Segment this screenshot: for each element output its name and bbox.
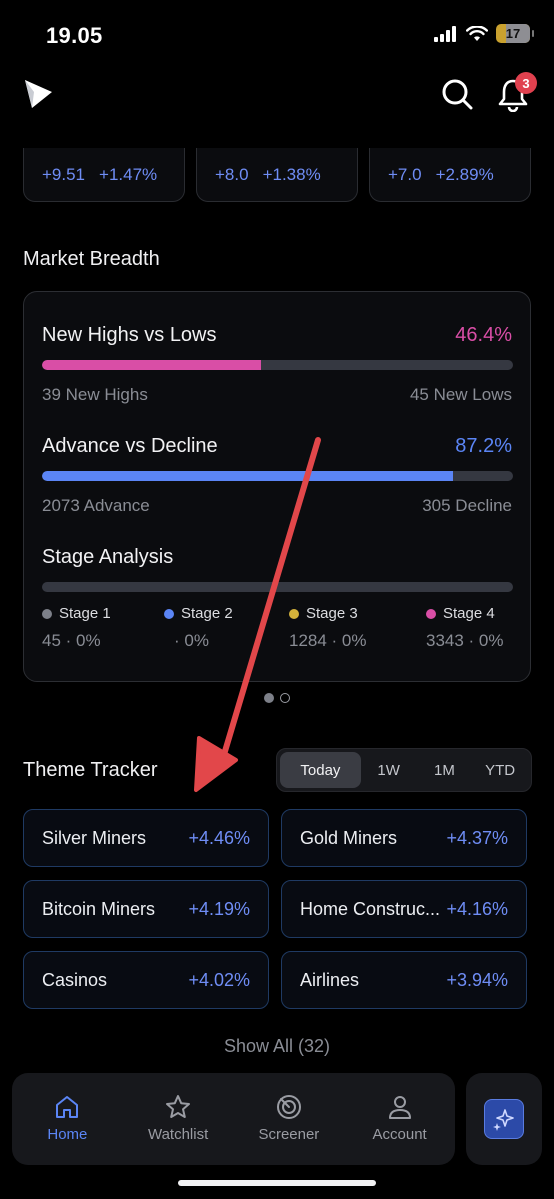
theme-tracker-title: Theme Tracker — [23, 759, 158, 781]
theme-name: Casinos — [42, 969, 108, 990]
theme-card[interactable]: Gold Miners +4.37% — [281, 809, 527, 867]
tab-screener-label: Screener — [258, 1126, 320, 1143]
stage-1-label: Stage 1 — [59, 605, 111, 622]
index-change: +7.0 — [388, 164, 422, 184]
theme-change: +3.94% — [446, 969, 508, 990]
index-pct: +2.89% — [435, 164, 494, 184]
stage-1-value: 45 · 0% — [42, 631, 101, 650]
new-lows-count: 45 New Lows — [409, 385, 512, 404]
home-indicator — [178, 1180, 376, 1186]
search-icon[interactable] — [441, 78, 473, 115]
stage-4-dot — [426, 608, 436, 619]
advance-decline-bar-fill — [42, 471, 453, 481]
index-pct: +1.47% — [99, 164, 158, 184]
index-card[interactable]: +9.51 +1.47% — [23, 148, 185, 202]
advance-count: 2073 Advance — [42, 496, 150, 515]
advance-decline-pct: 87.2% — [455, 435, 512, 457]
ai-assistant-button[interactable] — [466, 1073, 542, 1165]
decline-count: 305 Decline — [422, 496, 512, 515]
page-dot-active[interactable] — [264, 693, 274, 703]
stage-1: Stage 1 45 · 0% — [42, 605, 111, 651]
tab-home-label: Home — [47, 1126, 88, 1143]
theme-change: +4.46% — [188, 827, 250, 848]
stage-1-dot — [42, 608, 52, 619]
highs-lows-bar-fill — [42, 360, 261, 370]
market-breadth-title: Market Breadth — [23, 248, 160, 270]
period-tab-today[interactable]: Today — [280, 752, 361, 788]
index-card[interactable]: +8.0 +1.38% — [196, 148, 358, 202]
battery-level: 17 — [505, 26, 521, 41]
signal-icon — [434, 25, 456, 42]
stage-2-value: · 0% — [174, 631, 209, 650]
theme-name: Home Construc... — [300, 898, 441, 919]
tab-account[interactable]: Account — [344, 1073, 455, 1165]
notifications-button[interactable]: 3 — [497, 72, 537, 117]
advance-decline-label: Advance vs Decline — [42, 435, 218, 457]
advance-decline-bar — [42, 471, 513, 481]
stage-3-value: 1284 · 0% — [289, 631, 367, 650]
app-logo-icon[interactable] — [22, 78, 54, 115]
theme-name: Gold Miners — [300, 827, 398, 848]
theme-card[interactable]: Home Construc... +4.16% — [281, 880, 527, 938]
tab-watchlist-label: Watchlist — [147, 1126, 209, 1143]
radar-icon — [276, 1095, 301, 1119]
tab-home[interactable]: Home — [12, 1073, 123, 1165]
stage-analysis-bar — [42, 582, 513, 592]
wifi-icon — [466, 25, 488, 41]
theme-change: +4.19% — [188, 898, 250, 919]
stage-2-label: Stage 2 — [181, 605, 233, 622]
theme-change: +4.02% — [188, 969, 250, 990]
theme-card[interactable]: Casinos +4.02% — [23, 951, 269, 1009]
theme-card[interactable]: Bitcoin Miners +4.19% — [23, 880, 269, 938]
page-dot[interactable] — [280, 693, 290, 703]
stage-4-value: 3343 · 0% — [426, 631, 504, 650]
stage-3-dot — [289, 608, 299, 619]
highs-lows-bar — [42, 360, 513, 370]
theme-name: Silver Miners — [42, 827, 147, 848]
theme-name: Bitcoin Miners — [42, 898, 156, 919]
stage-analysis-label: Stage Analysis — [42, 546, 174, 568]
notification-badge: 3 — [515, 72, 537, 94]
battery-icon: 17 — [496, 24, 534, 43]
theme-change: +4.16% — [446, 898, 508, 919]
stage-3-label: Stage 3 — [306, 605, 358, 622]
status-time: 19.05 — [46, 23, 103, 48]
period-tab-ytd[interactable]: YTD — [472, 752, 528, 788]
star-icon — [166, 1095, 191, 1118]
tab-account-label: Account — [372, 1126, 427, 1143]
tab-watchlist[interactable]: Watchlist — [123, 1073, 234, 1165]
period-tab-1w[interactable]: 1W — [361, 752, 417, 788]
sparkles-icon — [484, 1099, 524, 1139]
home-icon — [56, 1096, 79, 1118]
stage-2-dot — [164, 608, 174, 619]
theme-card[interactable]: Airlines +3.94% — [281, 951, 527, 1009]
stage-2: Stage 2 · 0% — [164, 605, 233, 651]
app-header: 3 — [0, 70, 554, 126]
highs-lows-pct: 46.4% — [455, 324, 512, 346]
period-tab-1m[interactable]: 1M — [417, 752, 473, 788]
period-selector: Today 1W 1M YTD — [276, 748, 532, 792]
tab-screener[interactable]: Screener — [234, 1073, 345, 1165]
show-all-themes-button[interactable]: Show All (32) — [0, 1036, 554, 1057]
index-pct: +1.38% — [262, 164, 321, 184]
stage-4: Stage 4 3343 · 0% — [426, 605, 504, 651]
theme-change: +4.37% — [446, 827, 508, 848]
person-icon — [388, 1096, 411, 1119]
market-breadth-card[interactable]: New Highs vs Lows 46.4% 39 New Highs 45 … — [23, 291, 531, 682]
highs-lows-label: New Highs vs Lows — [42, 324, 217, 346]
theme-name: Airlines — [300, 969, 360, 990]
stage-3: Stage 3 1284 · 0% — [289, 605, 367, 651]
status-icons: 17 — [434, 24, 534, 43]
theme-card[interactable]: Silver Miners +4.46% — [23, 809, 269, 867]
page-indicator[interactable] — [0, 693, 554, 703]
index-change: +9.51 — [42, 164, 86, 184]
status-bar: 19.05 17 — [0, 0, 554, 70]
new-highs-count: 39 New Highs — [42, 385, 148, 404]
index-card[interactable]: +7.0 +2.89% — [369, 148, 531, 202]
bottom-tab-bar: Home Watchlist Screener Account — [12, 1073, 455, 1165]
stage-4-label: Stage 4 — [443, 605, 495, 622]
index-change: +8.0 — [215, 164, 249, 184]
